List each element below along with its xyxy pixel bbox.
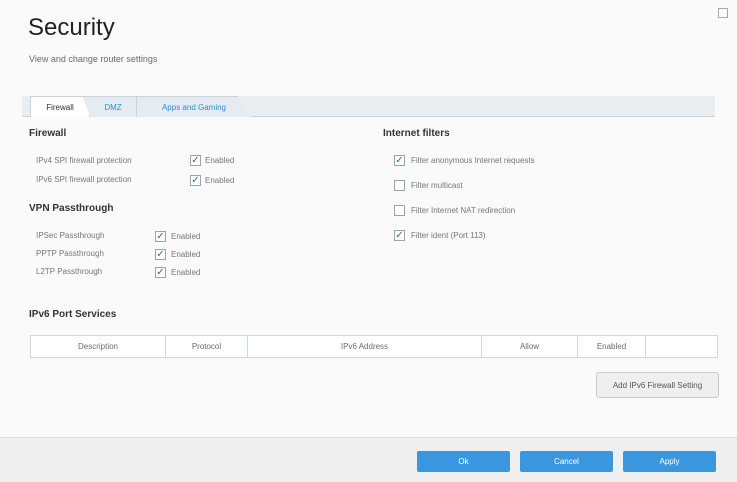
ipv6-spi-checkbox[interactable]: ✓ [190, 175, 201, 186]
tab-apps-and-gaming[interactable]: Apps and Gaming [136, 96, 252, 117]
filter-anonymous-checkbox[interactable]: ✓ [394, 155, 405, 166]
checkmark-icon: ✓ [191, 154, 200, 166]
checkmark-icon: ✓ [395, 229, 404, 241]
ipsec-label: IPSec Passthrough [36, 231, 105, 240]
checkmark-icon: ✓ [156, 266, 165, 278]
filter-ident-checkbox[interactable]: ✓ [394, 230, 405, 241]
security-page: Security View and change router settings… [0, 0, 737, 482]
column-actions [646, 336, 717, 357]
pptp-status: Enabled [171, 250, 201, 259]
column-description: Description [31, 336, 166, 357]
l2tp-status: Enabled [171, 268, 201, 277]
filter-anonymous-label: Filter anonymous Internet requests [411, 156, 535, 165]
ipv6-port-services-title: IPv6 Port Services [29, 309, 117, 320]
content-area: Security View and change router settings… [0, 0, 737, 437]
filter-ident-label: Filter ident (Port 113) [411, 231, 486, 240]
checkmark-icon: ✓ [395, 154, 404, 166]
ipv6-spi-status: Enabled [205, 176, 235, 185]
cancel-button[interactable]: Cancel [520, 451, 613, 472]
ipv6-table-header: Description Protocol IPv6 Address Allow … [30, 335, 718, 358]
page-title: Security [28, 14, 115, 41]
column-allow: Allow [482, 336, 578, 357]
ipv4-spi-label: IPv4 SPI firewall protection [36, 156, 132, 165]
tab-firewall[interactable]: Firewall [30, 96, 90, 117]
checkmark-icon: ✓ [156, 248, 165, 260]
ipv4-spi-status: Enabled [205, 156, 235, 165]
column-enabled: Enabled [578, 336, 646, 357]
ipv4-spi-checkbox[interactable]: ✓ [190, 155, 201, 166]
internet-filters-title: Internet filters [383, 128, 450, 139]
column-ipv6-address: IPv6 Address [248, 336, 482, 357]
pptp-label: PPTP Passthrough [36, 249, 104, 258]
filter-multicast-label: Filter multicast [411, 181, 463, 190]
tab-dmz[interactable]: DMZ [83, 96, 143, 117]
ipsec-checkbox[interactable]: ✓ [155, 231, 166, 242]
checkmark-icon: ✓ [191, 174, 200, 186]
firewall-section-title: Firewall [29, 128, 67, 139]
page-subtitle: View and change router settings [29, 54, 158, 64]
l2tp-checkbox[interactable]: ✓ [155, 267, 166, 278]
checkmark-icon: ✓ [156, 230, 165, 242]
ipv6-spi-label: IPv6 SPI firewall protection [36, 175, 132, 184]
l2tp-label: L2TP Passthrough [36, 267, 103, 276]
filter-nat-redirection-label: Filter Internet NAT redirection [411, 206, 516, 215]
filter-nat-redirection-checkbox[interactable] [394, 205, 405, 216]
pptp-checkbox[interactable]: ✓ [155, 249, 166, 260]
apply-button[interactable]: Apply [623, 451, 716, 472]
ok-button[interactable]: Ok [417, 451, 510, 472]
vpn-section-title: VPN Passthrough [29, 203, 114, 214]
ipsec-status: Enabled [171, 232, 201, 241]
column-protocol: Protocol [166, 336, 248, 357]
filter-multicast-checkbox[interactable] [394, 180, 405, 191]
window-restore-icon[interactable] [718, 8, 728, 18]
add-ipv6-firewall-setting-button[interactable]: Add IPv6 Firewall Setting [596, 372, 719, 398]
